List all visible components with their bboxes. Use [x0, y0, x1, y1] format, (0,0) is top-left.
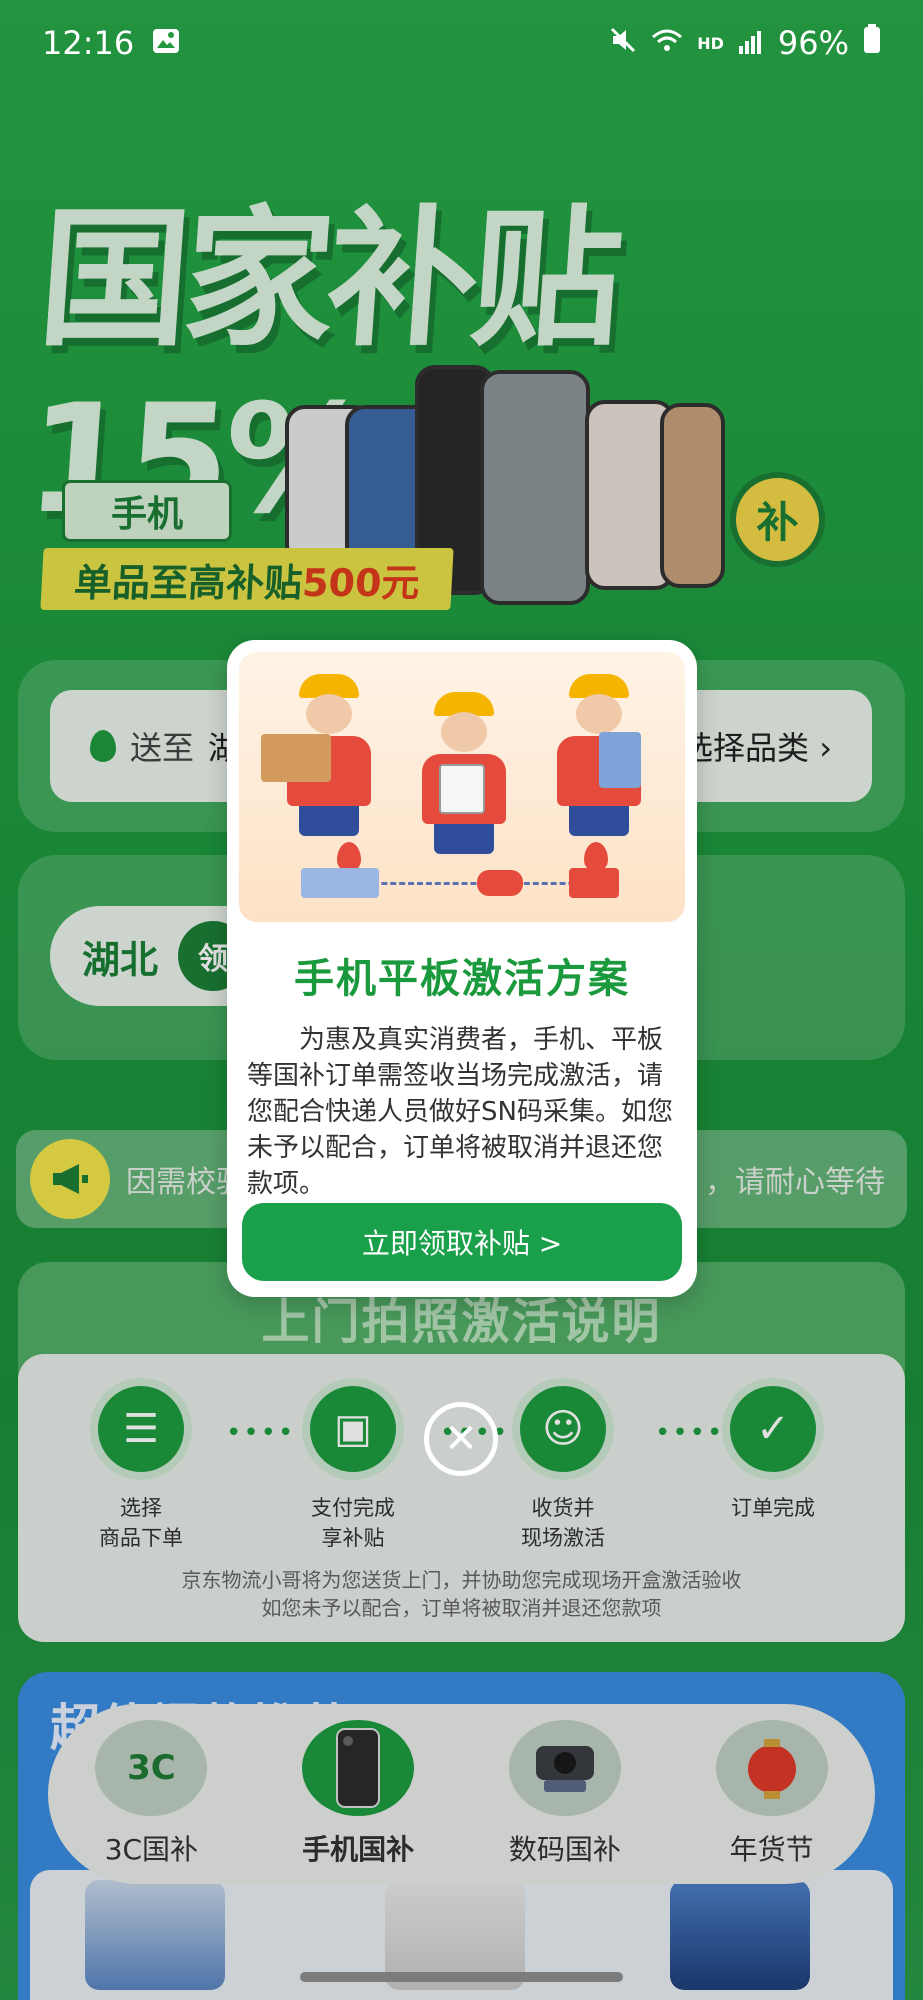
battery-icon: [863, 24, 881, 62]
claim-subsidy-button[interactable]: 立即领取补贴 >: [242, 1203, 682, 1281]
close-icon[interactable]: ✕: [424, 1402, 498, 1476]
activation-plan-dialog: 手机平板激活方案 为惠及真实消费者，手机、平板等国补订单需签收当场完成激活，请您…: [227, 640, 697, 1297]
signal-icon: [738, 24, 764, 62]
package-icon: [599, 732, 641, 788]
image-icon: [152, 24, 180, 62]
mute-icon: [609, 24, 637, 62]
dialog-body: 为惠及真实消费者，手机、平板等国补订单需签收当场完成激活，请您配合快递人员做好S…: [247, 1025, 673, 1199]
status-time: 12:16: [42, 24, 135, 62]
wifi-icon: [651, 24, 683, 62]
scooter-icon: [477, 870, 523, 896]
delivery-illustration: [239, 652, 685, 922]
dialog-title: 手机平板激活方案: [294, 956, 630, 1002]
house-icon: [301, 868, 379, 898]
bag-icon: [439, 764, 485, 814]
network-type: HD: [697, 33, 724, 53]
parcel-icon: [261, 734, 331, 782]
status-bar: 12:16 HD 96%: [0, 0, 923, 86]
shop-icon: [569, 868, 619, 898]
battery-level: 96%: [777, 24, 849, 62]
home-indicator[interactable]: [300, 1972, 623, 1982]
